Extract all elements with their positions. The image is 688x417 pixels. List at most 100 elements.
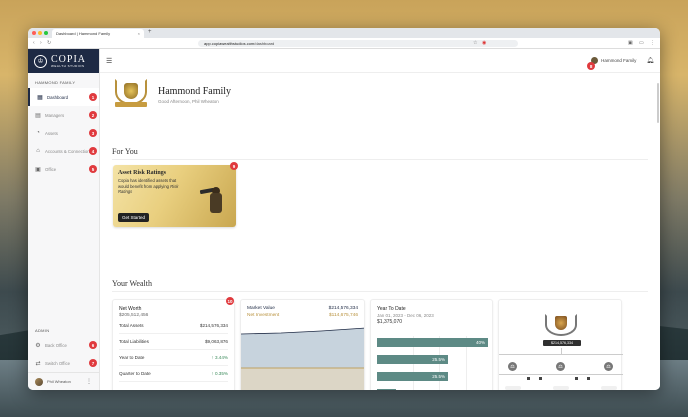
connector-line: [499, 354, 623, 355]
risk-ratings-card: 9 Asset Risk Ratings Copia has identifie…: [113, 162, 238, 227]
row-value: $9,063,876: [205, 339, 228, 344]
avatar: [35, 377, 43, 386]
sidebar: ♔ COPIA WEALTH STUDIOS HAMMOND FAMILY ▦ …: [28, 49, 100, 390]
browser-tab[interactable]: Dashboard | Hammond Family ×: [52, 29, 144, 38]
scrollbar[interactable]: [656, 73, 660, 133]
page-title: Hammond Family: [158, 86, 232, 97]
root-entity[interactable]: $214,576,334: [539, 314, 583, 348]
family-selector-label: Hammond Family: [601, 58, 637, 63]
child-node-marker: [527, 377, 530, 380]
step-badge: 2: [89, 111, 97, 119]
step-badge: 1: [89, 93, 97, 101]
entity-node-icon[interactable]: ⚖: [604, 362, 613, 371]
close-tab-icon[interactable]: ×: [138, 31, 140, 36]
brand-logo[interactable]: ♔ COPIA WEALTH STUDIOS: [28, 49, 99, 73]
ytd-bar[interactable]: 40%: [377, 338, 488, 347]
ytd-value: $1,375,070: [377, 319, 403, 325]
extension-icon[interactable]: ◉: [482, 40, 486, 46]
back-icon[interactable]: ‹: [33, 40, 35, 46]
copia-logo-icon: ♔: [34, 54, 47, 68]
minimize-window-button[interactable]: [38, 31, 42, 35]
step-badge: 6: [89, 341, 97, 349]
row-value: $214,576,334: [199, 323, 228, 328]
switch-icon: ⇄: [35, 360, 41, 367]
sidebar-item-office[interactable]: ▣ Office 5: [28, 160, 99, 178]
explorer-illustration-icon: [199, 183, 230, 215]
net-investment-row: Net Investment $114,675,746: [247, 313, 358, 318]
sidebar-item-label: Dashboard: [47, 94, 69, 100]
for-you-title: For You: [112, 147, 138, 156]
bookmark-star-icon[interactable]: ☆: [473, 40, 477, 46]
market-value-card[interactable]: Market Value $214,576,334 Net Investment…: [240, 299, 365, 390]
id-card-icon: ▤: [35, 112, 41, 119]
bank-icon: ⌂: [36, 148, 40, 154]
sidebar-toggle-icon[interactable]: ▭: [639, 40, 644, 46]
sidebar-item-label: Back Office: [45, 342, 67, 348]
sidebar-item-managers[interactable]: ▤ Managers 2: [28, 106, 99, 124]
sidebar-item-label: Office: [45, 166, 57, 172]
maximize-window-button[interactable]: [44, 31, 48, 35]
sidebar-item-label: Assets: [45, 130, 58, 136]
extensions-puzzle-icon[interactable]: ▣: [628, 40, 633, 46]
ownership-structure-card[interactable]: $214,576,334 ⚖ ⚖ ⚖: [498, 299, 623, 390]
sidebar-section-family: HAMMOND FAMILY: [35, 80, 76, 85]
row-label: Year to Date: [119, 355, 145, 360]
new-tab-button[interactable]: +: [148, 29, 152, 35]
sidebar-item-label: Switch Office: [45, 360, 70, 366]
child-node-placeholder: [505, 386, 521, 390]
url-host: app.copiawealthstudios.com: [204, 41, 255, 46]
app-shell: ♔ COPIA WEALTH STUDIOS HAMMOND FAMILY ▦ …: [28, 49, 660, 390]
reload-icon[interactable]: ↻: [47, 40, 51, 46]
brand-name: COPIA: [51, 53, 87, 65]
net-investment-label: Net Investment: [247, 313, 280, 318]
child-node-marker: [575, 377, 578, 380]
get-started-button[interactable]: Get Started: [118, 213, 150, 222]
your-wealth-title: Your Wealth: [112, 279, 152, 288]
browser-window: Dashboard | Hammond Family × + ‹ › ↻ app…: [28, 28, 660, 390]
close-window-button[interactable]: [32, 31, 36, 35]
pie-icon: ◔: [36, 130, 40, 136]
market-value-area-chart: [241, 327, 364, 390]
net-worth-row: Total Assets $214,576,334: [119, 318, 228, 334]
ytd-bar[interactable]: 25.5%: [377, 372, 448, 381]
user-profile[interactable]: Phil Wheaton ⋮: [28, 372, 99, 390]
child-node-placeholder: [601, 386, 617, 390]
year-to-date-card[interactable]: Year To Date Jan 01, 2023 - Dec 06, 2023…: [370, 299, 493, 390]
forward-icon[interactable]: ›: [40, 40, 42, 46]
sidebar-item-back-office[interactable]: ⚙ Back Office 6: [28, 336, 99, 354]
ytd-bar[interactable]: 6.9%: [377, 389, 396, 390]
family-selector[interactable]: 8 Hammond Family: [587, 57, 637, 70]
family-crest-icon: [555, 316, 567, 330]
family-crest-icon: [112, 77, 150, 113]
row-label: Quarter to Date: [119, 371, 151, 376]
child-node-marker: [587, 377, 590, 380]
family-header: Hammond Family Good Afternoon, Phil Whea…: [100, 73, 660, 117]
grid-icon: ▦: [37, 94, 43, 101]
step-badge: 3: [89, 129, 97, 137]
net-worth-row: Total Liabilities $9,063,876: [119, 334, 228, 350]
risk-card-title: Asset Risk Ratings: [118, 170, 167, 176]
ytd-title: Year To Date: [377, 306, 406, 312]
risk-card-text: Copia has identified assets that would b…: [118, 178, 188, 195]
browser-menu-icon[interactable]: ⋮: [650, 40, 655, 46]
sidebar-item-dashboard[interactable]: ▦ Dashboard 1: [28, 88, 99, 106]
user-name: Phil Wheaton: [47, 379, 71, 384]
menu-toggle-icon[interactable]: ☰: [106, 57, 112, 65]
sidebar-item-switch-office[interactable]: ⇄ Switch Office 7: [28, 354, 99, 372]
market-value-label: Market Value: [247, 306, 275, 311]
ytd-bar[interactable]: 25.5%: [377, 355, 448, 364]
sidebar-item-assets[interactable]: ◔ Assets 3: [28, 124, 99, 142]
bell-icon[interactable]: 🔔︎: [646, 57, 654, 64]
net-worth-card[interactable]: 10 Net Worth $205,512,456 Total Assets $…: [112, 297, 235, 390]
tab-title: Dashboard | Hammond Family: [56, 31, 111, 36]
top-bar: ☰ 8 Hammond Family 🔔︎: [100, 49, 660, 73]
sidebar-item-accounts[interactable]: ⌂ Accounts & Connections 4: [28, 142, 99, 160]
child-node-placeholder: [553, 386, 569, 390]
entity-node-icon[interactable]: ⚖: [508, 362, 517, 371]
more-options-icon[interactable]: ⋮: [86, 378, 92, 385]
entity-node-icon[interactable]: ⚖: [556, 362, 565, 371]
market-value-amount: $214,576,334: [328, 306, 358, 311]
greeting-text: Good Afternoon, Phil Wheaton: [158, 99, 219, 104]
url-field[interactable]: app.copiawealthstudios.com/dashboard: [198, 40, 518, 47]
step-badge: 9: [230, 162, 238, 170]
